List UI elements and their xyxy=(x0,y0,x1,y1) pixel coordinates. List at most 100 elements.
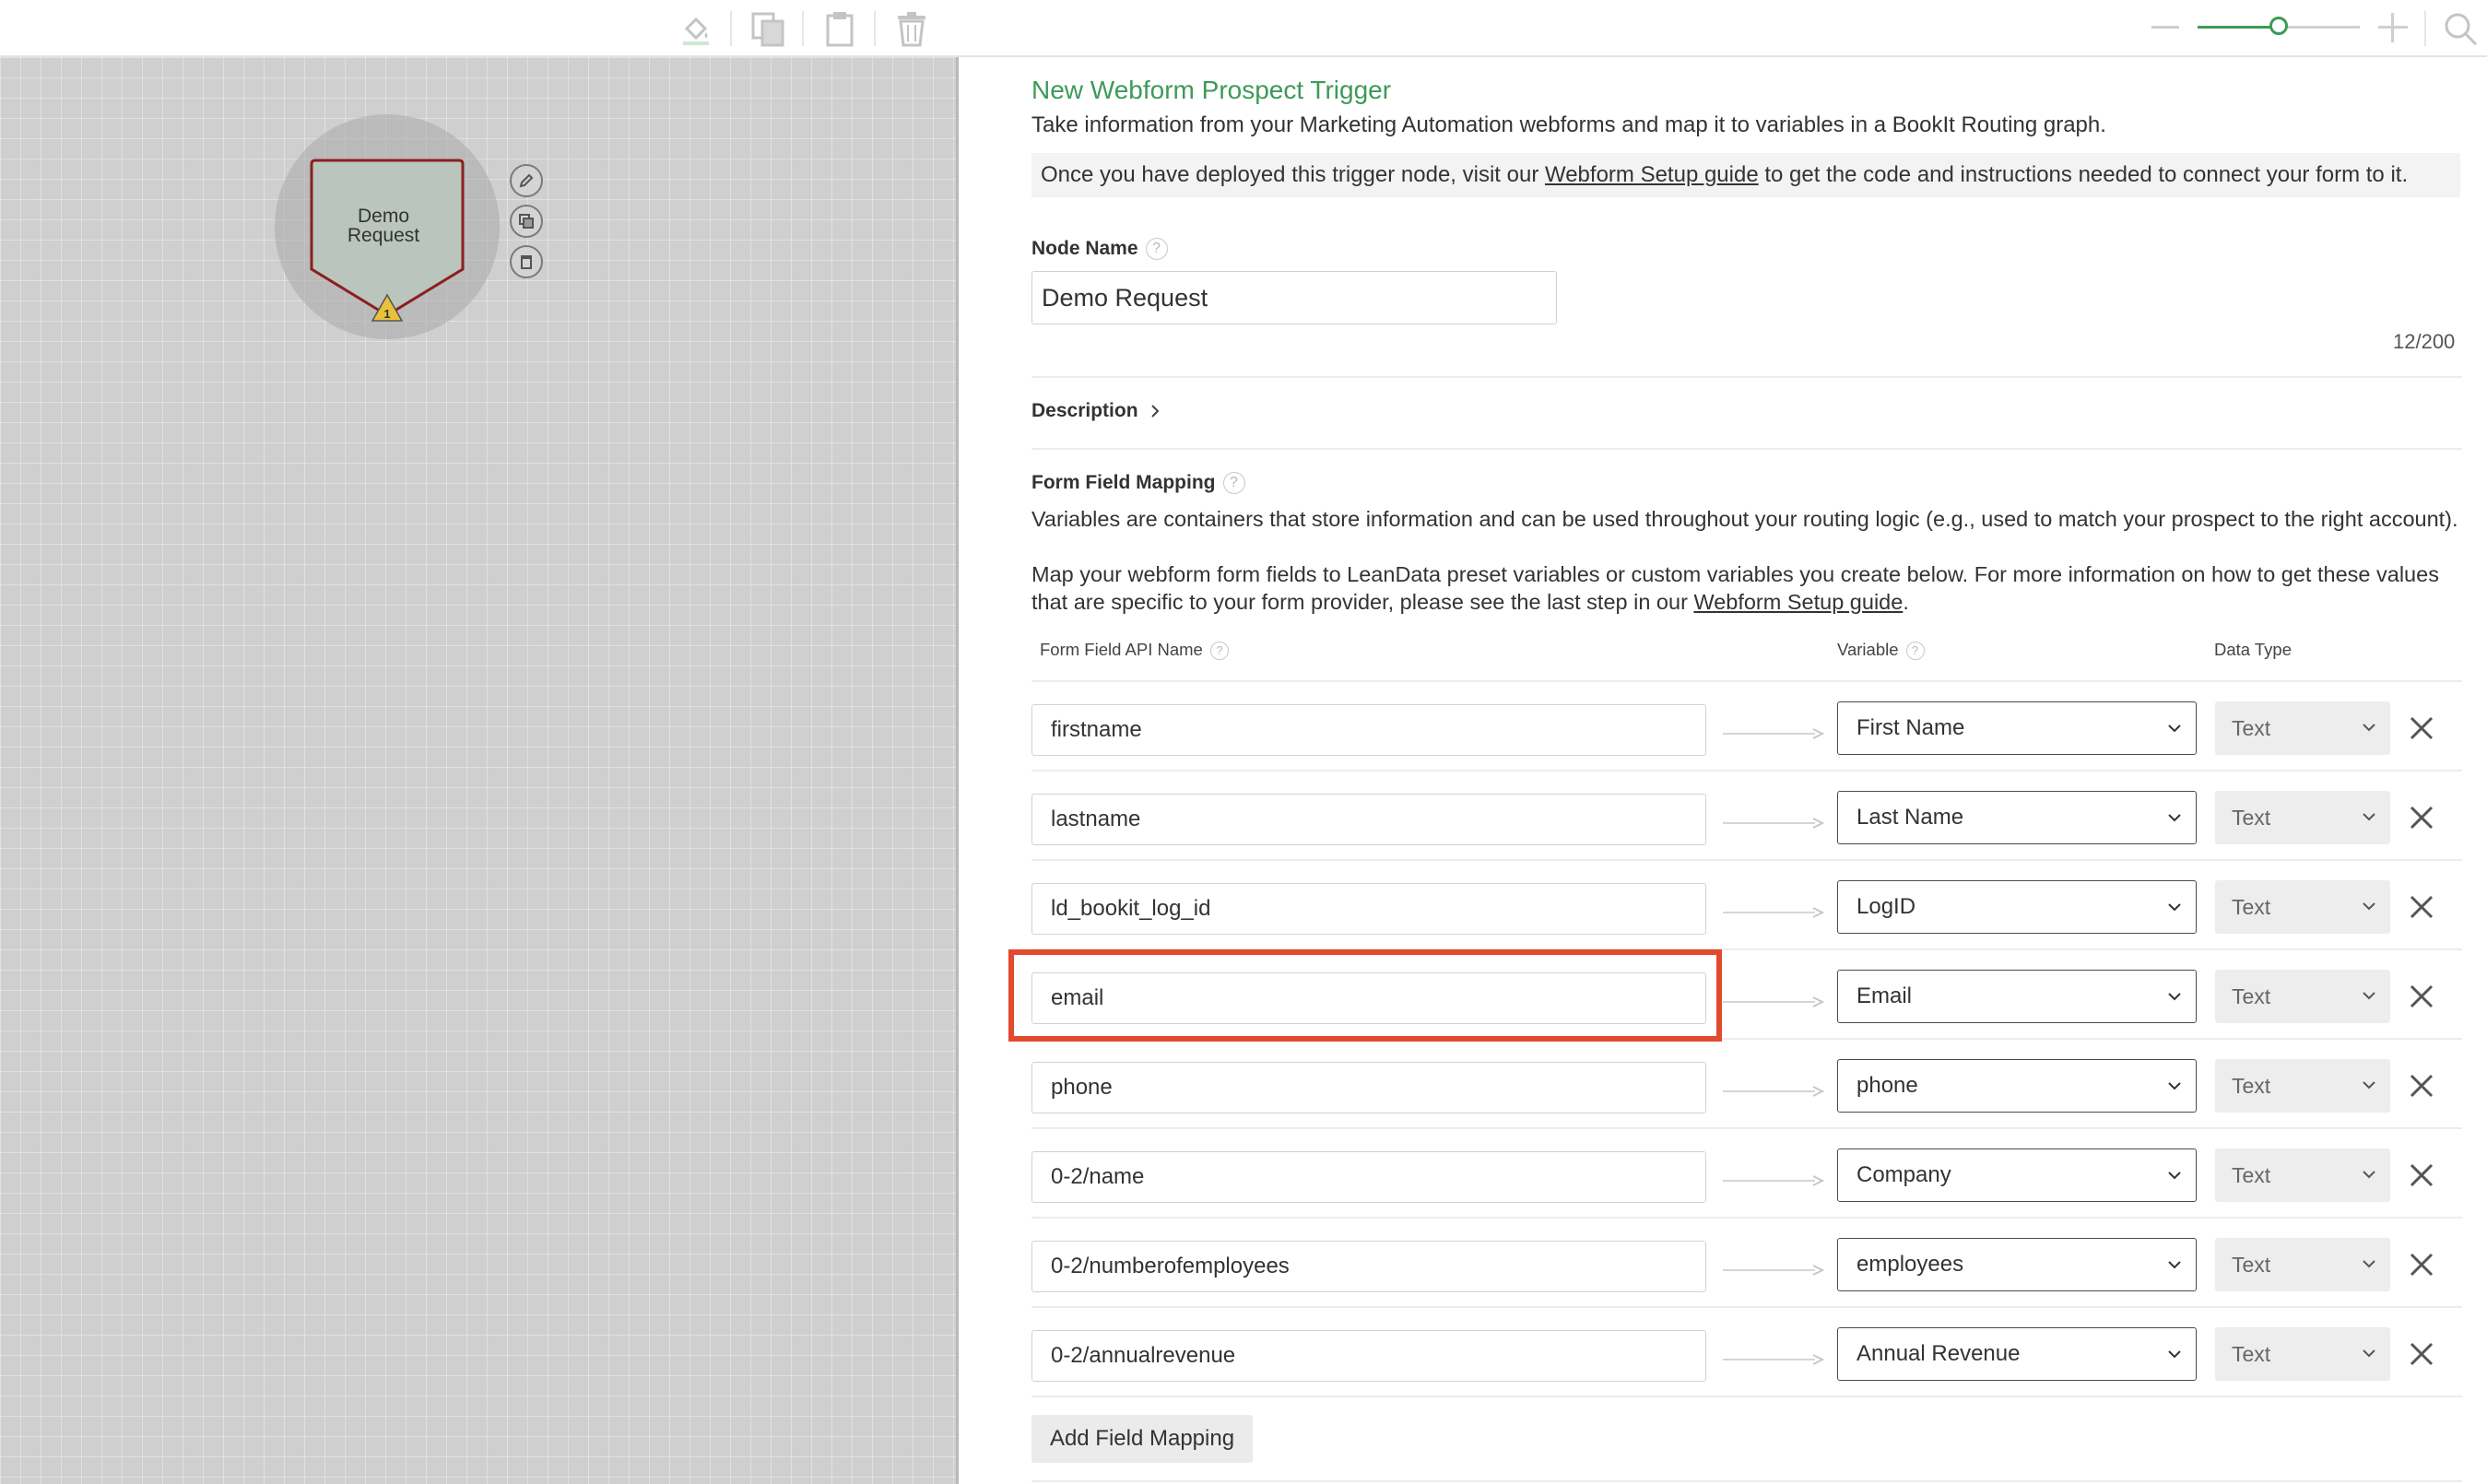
info-text-prefix: Once you have deployed this trigger node… xyxy=(1041,162,1545,187)
form-field-api-name-input[interactable]: lastname xyxy=(1031,794,1706,845)
search-icon[interactable] xyxy=(2437,6,2483,52)
panel-title: New Webform Prospect Trigger xyxy=(1031,76,1392,104)
form-field-api-name-input[interactable]: ld_bookit_log_id xyxy=(1031,883,1706,935)
variable-select[interactable]: Annual Revenue xyxy=(1837,1327,2197,1381)
arrow-right-icon xyxy=(1723,1354,1824,1365)
remove-mapping-button[interactable] xyxy=(2401,1244,2442,1285)
remove-mapping-button[interactable] xyxy=(2401,1066,2442,1106)
remove-mapping-button[interactable] xyxy=(2401,976,2442,1017)
node-name-help-icon[interactable]: ? xyxy=(1145,238,1168,261)
remove-mapping-button[interactable] xyxy=(2401,797,2442,838)
api-name-help-icon[interactable]: ? xyxy=(1209,642,1229,661)
data-type-select[interactable]: Text xyxy=(2215,880,2390,934)
paint-bucket-icon[interactable] xyxy=(673,6,719,52)
description-toggle[interactable]: Description xyxy=(1031,400,1161,422)
data-type-select[interactable]: Text xyxy=(2215,970,2390,1023)
data-type-select[interactable]: Text xyxy=(2215,791,2390,844)
chevron-down-icon xyxy=(2168,1261,2181,1269)
remove-mapping-button[interactable] xyxy=(2401,708,2442,748)
data-type-select[interactable]: Text xyxy=(2215,701,2390,755)
remove-mapping-button[interactable] xyxy=(2401,1155,2442,1195)
data-type-select[interactable]: Text xyxy=(2215,1148,2390,1202)
form-field-api-name-input[interactable]: 0-2/annualrevenue xyxy=(1031,1330,1706,1382)
variable-select[interactable]: Last Name xyxy=(1837,791,2197,844)
mapping-description-2-suffix: . xyxy=(1903,590,1909,614)
zoom-slider[interactable] xyxy=(2198,17,2360,35)
chevron-down-icon xyxy=(2363,724,2375,732)
variable-select[interactable]: LogID xyxy=(1837,880,2197,934)
variable-select[interactable]: Company xyxy=(1837,1148,2197,1202)
variable-select-value: Annual Revenue xyxy=(1856,1341,2021,1366)
arrow-right-icon xyxy=(1723,1265,1824,1276)
mapping-row: ld_bookit_log_id LogID Text xyxy=(1031,861,2462,950)
mapping-row: 0-2/numberofemployees employees Text xyxy=(1031,1219,2462,1308)
trigger-node[interactable] xyxy=(304,159,470,389)
node-name-label-text: Node Name xyxy=(1031,238,1138,259)
zoom-in-icon[interactable] xyxy=(2378,13,2408,42)
form-field-api-name-input[interactable]: firstname xyxy=(1031,704,1706,756)
node-label-line2: Request xyxy=(347,225,420,246)
panel-subtitle: Take information from your Marketing Aut… xyxy=(1031,112,2106,137)
zoom-slider-thumb[interactable] xyxy=(2269,17,2288,35)
column-header-variable-text: Variable xyxy=(1837,640,1899,659)
trash-icon[interactable] xyxy=(889,6,935,52)
column-header-data-type: Data Type xyxy=(2214,640,2292,659)
arrow-right-icon xyxy=(1723,1175,1824,1186)
divider xyxy=(1031,448,2462,450)
column-header-variable: Variable? xyxy=(1837,640,1925,661)
node-label-line1: Demo xyxy=(357,206,410,227)
info-banner: Once you have deployed this trigger node… xyxy=(1031,153,2460,197)
chevron-down-icon xyxy=(2363,992,2375,1000)
graph-canvas[interactable]: Demo Request 1 xyxy=(0,57,959,1484)
webform-setup-guide-link[interactable]: Webform Setup guide xyxy=(1545,162,1759,187)
form-field-mapping-label-text: Form Field Mapping xyxy=(1031,472,1216,493)
divider xyxy=(1031,376,2462,378)
close-icon xyxy=(2410,1074,2434,1098)
data-type-select[interactable]: Text xyxy=(2215,1059,2390,1113)
arrow-right-icon xyxy=(1723,996,1824,1007)
description-label: Description xyxy=(1031,400,1138,421)
chevron-down-icon xyxy=(2363,1260,2375,1268)
delete-icon[interactable] xyxy=(510,245,543,278)
form-field-mapping-label: Form Field Mapping? xyxy=(1031,472,1245,495)
data-type-select[interactable]: Text xyxy=(2215,1238,2390,1291)
edit-icon[interactable] xyxy=(510,164,543,197)
mapping-help-icon[interactable]: ? xyxy=(1222,472,1245,495)
chevron-down-icon xyxy=(2363,1349,2375,1358)
chevron-down-icon xyxy=(2168,724,2181,733)
data-type-select-value: Text xyxy=(2232,1163,2271,1187)
data-type-select-value: Text xyxy=(2232,895,2271,919)
close-icon xyxy=(2410,895,2434,919)
column-header-api-name-text: Form Field API Name xyxy=(1040,640,1203,659)
variable-select[interactable]: phone xyxy=(1837,1059,2197,1113)
zoom-slider-fill xyxy=(2198,26,2279,29)
mapping-row: phone phone Text xyxy=(1031,1040,2462,1129)
duplicate-icon[interactable] xyxy=(510,205,543,238)
remove-mapping-button[interactable] xyxy=(2401,1334,2442,1374)
data-type-select-value: Text xyxy=(2232,1342,2271,1366)
form-field-api-name-input[interactable]: phone xyxy=(1031,1062,1706,1113)
variable-select[interactable]: employees xyxy=(1837,1238,2197,1291)
webform-setup-guide-link-2[interactable]: Webform Setup guide xyxy=(1693,590,1903,614)
node-settings-panel: New Webform Prospect Trigger Take inform… xyxy=(961,57,2487,1484)
form-field-api-name-input[interactable]: 0-2/numberofemployees xyxy=(1031,1241,1706,1292)
node-name-label: Node Name? xyxy=(1031,238,1168,261)
close-icon xyxy=(2410,716,2434,740)
variable-select[interactable]: Email xyxy=(1837,970,2197,1023)
chevron-down-icon xyxy=(2363,813,2375,821)
node-label: Demo Request xyxy=(310,206,457,245)
variable-select[interactable]: First Name xyxy=(1837,701,2197,755)
copy-icon[interactable] xyxy=(745,6,791,52)
remove-mapping-button[interactable] xyxy=(2401,887,2442,927)
variable-help-icon[interactable]: ? xyxy=(1905,642,1925,661)
form-field-api-name-input[interactable]: 0-2/name xyxy=(1031,1151,1706,1203)
close-icon xyxy=(2410,1342,2434,1366)
paste-icon[interactable] xyxy=(817,6,863,52)
add-field-mapping-button[interactable]: Add Field Mapping xyxy=(1031,1415,1253,1463)
node-name-input[interactable]: Demo Request xyxy=(1031,271,1557,324)
chevron-down-icon xyxy=(2168,1350,2181,1359)
data-type-select-value: Text xyxy=(2232,984,2271,1008)
variable-select-value: Email xyxy=(1856,983,1913,1008)
data-type-select[interactable]: Text xyxy=(2215,1327,2390,1381)
zoom-out-icon[interactable] xyxy=(2151,26,2179,29)
